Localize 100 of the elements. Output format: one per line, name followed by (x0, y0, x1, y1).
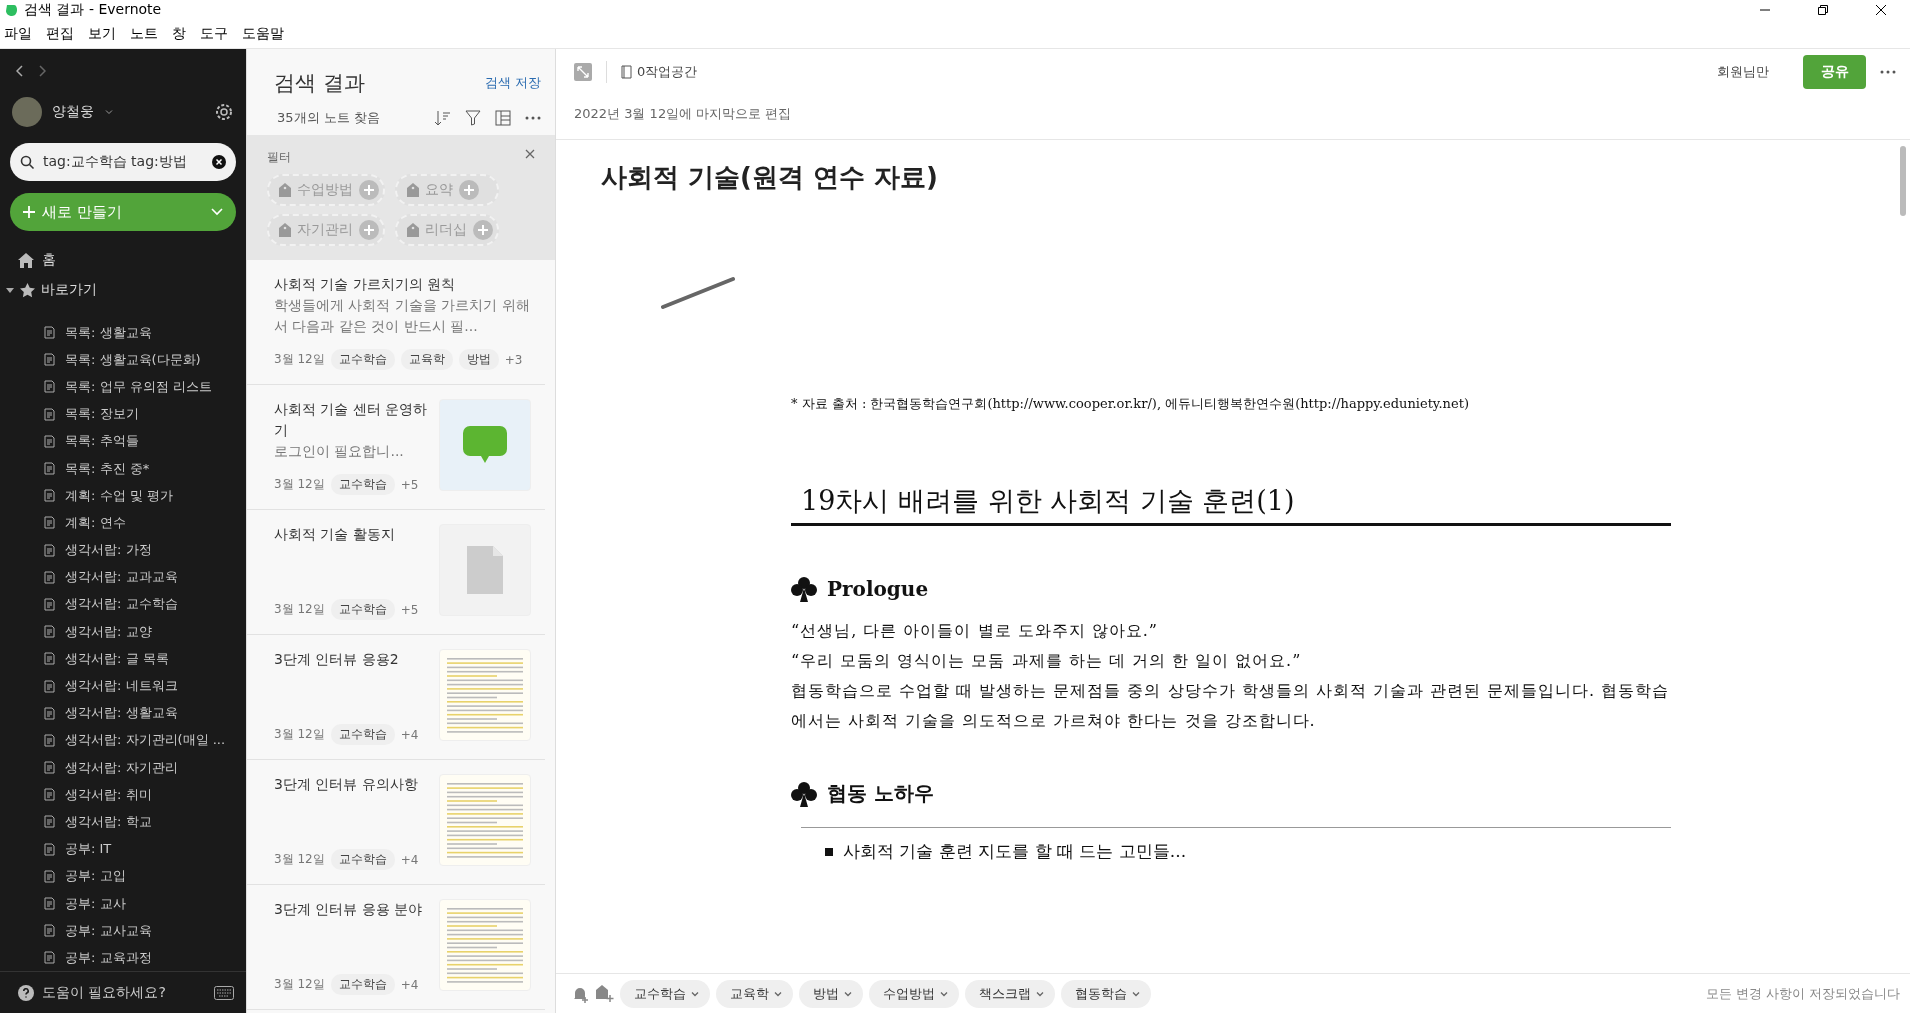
note-icon (44, 353, 55, 367)
note-card[interactable]: 3단계 인터뷰 응용2 3월 12일 교수학습 +4 (247, 635, 545, 760)
home-icon (18, 252, 34, 268)
shortcut-item[interactable]: 생각서랍: 생활교육 (65, 704, 178, 723)
note-tag[interactable]: 수업방법 (869, 979, 959, 1008)
note-icon (44, 570, 55, 584)
shortcut-item[interactable]: 계획: 연수 (65, 513, 126, 532)
save-search-link[interactable]: 검색 저장 (484, 74, 541, 92)
menu-item[interactable]: 파일 (4, 25, 32, 43)
tag-icon (407, 183, 419, 197)
note-title: 사회적 기술(원격 연수 자료) (601, 161, 939, 194)
keyboard-icon[interactable] (214, 985, 234, 1000)
more-icon[interactable] (1880, 70, 1896, 74)
sidebar-item[interactable]: 바로가기 (41, 281, 97, 299)
note-tag[interactable]: 교수학습 (620, 979, 710, 1008)
note-card[interactable]: 3단계 인터뷰 응용 분야 3월 12일 교수학습 +4 (247, 885, 545, 1010)
shortcut-item[interactable]: 생각서랍: 학교 (65, 812, 152, 831)
note-date: 3월 12일 (274, 351, 325, 368)
note-title: 사회적 기술 활동지 (274, 525, 396, 544)
shortcut-item[interactable]: 생각서랍: 글 목록 (65, 649, 169, 668)
note-icon (44, 326, 55, 340)
clear-icon[interactable] (212, 155, 226, 169)
note-title: 3단계 인터뷰 응용2 (274, 650, 400, 669)
menu-item[interactable]: 편집 (46, 25, 74, 43)
note-card[interactable]: 사회적 기술 활동지 3월 12일 교수학습 +5 (247, 510, 545, 635)
paragraph: “우리 모둠의 영식이는 모둠 과제를 하는 데 거의 한 일이 없어요.” (791, 650, 1303, 672)
user-name[interactable]: 양철웅 (52, 103, 94, 121)
tag-icon (279, 223, 291, 237)
note-icon (44, 815, 55, 829)
layout-icon[interactable] (495, 110, 511, 126)
note-count: 35개의 노트 찾음 (277, 109, 380, 127)
more-icon[interactable] (525, 116, 541, 120)
note-tag[interactable]: 방법 (799, 979, 863, 1008)
forward-icon[interactable] (38, 65, 46, 77)
close-icon[interactable] (525, 149, 535, 159)
avatar[interactable] (12, 97, 42, 127)
shortcut-item[interactable]: 공부: 교육과정 (65, 948, 152, 967)
sidebar-item[interactable]: 홈 (42, 251, 56, 269)
shortcut-item[interactable]: 목록: 업무 유의점 리스트 (65, 377, 212, 396)
note-icon (44, 462, 55, 476)
note-icon (44, 679, 55, 693)
shortcut-item[interactable]: 목록: 추진 중* (65, 459, 150, 478)
note-title: 사회적 기술 센터 운영하기 (274, 400, 429, 440)
shortcut-item[interactable]: 목록: 추억들 (65, 432, 139, 451)
shortcut-item[interactable]: 공부: 교사 (65, 894, 126, 913)
shortcut-item[interactable]: 생각서랍: 교과교육 (65, 568, 178, 587)
star-icon (20, 282, 35, 298)
settings-icon[interactable] (214, 102, 234, 122)
menu-item[interactable]: 노트 (130, 25, 158, 43)
note-tag: 교육학 (400, 349, 453, 370)
note-card[interactable]: 사회적 기술 센터 운영하기 로그인이 필요합니... 3월 12일 교수학습 +5 (247, 385, 545, 510)
shortcut-item[interactable]: 생각서랍: 자기관리(매일 ... (65, 731, 226, 750)
shortcut-item[interactable]: 목록: 생활교육(다문화) (65, 350, 201, 369)
shortcut-item[interactable]: 공부: IT (65, 840, 112, 859)
note-tag: 교수학습 (330, 349, 395, 370)
menu-item[interactable]: 도구 (200, 25, 228, 43)
add-icon (473, 220, 493, 240)
note-tag: 교수학습 (330, 724, 395, 745)
shortcut-item[interactable]: 생각서랍: 교수학습 (65, 595, 178, 614)
note-tag[interactable]: 책스크랩 (965, 979, 1055, 1008)
note-tag[interactable]: 협동학습 (1061, 979, 1151, 1008)
shortcut-item[interactable]: 공부: 교사교육 (65, 921, 152, 940)
note-icon (44, 869, 55, 883)
workspace-link[interactable]: 0작업공간 (637, 63, 698, 81)
sort-icon[interactable] (435, 110, 451, 126)
shortcut-item[interactable]: 계획: 수업 및 평가 (65, 486, 173, 505)
search-input[interactable]: tag:교수학습 tag:방법 (41, 153, 206, 171)
note-snippet: 로그인이 필요합니... (274, 442, 405, 461)
plus-icon (22, 205, 36, 219)
scrollbar-thumb[interactable] (1900, 146, 1906, 216)
menu-item[interactable]: 창 (172, 25, 186, 43)
note-icon (44, 516, 55, 530)
note-icon (44, 788, 55, 802)
last-edited-text: 2022년 3월 12일에 마지막으로 편집 (556, 95, 1910, 140)
note-icon (44, 897, 55, 911)
shortcut-item[interactable]: 목록: 생활교육 (65, 323, 152, 342)
shortcut-item[interactable]: 생각서랍: 취미 (65, 785, 152, 804)
shortcut-item[interactable]: 생각서랍: 자기관리 (65, 758, 178, 777)
note-icon (44, 597, 55, 611)
note-icon (44, 652, 55, 666)
back-icon[interactable] (16, 65, 24, 77)
shortcut-item[interactable]: 공부: 고입 (65, 867, 126, 886)
note-card[interactable]: 사회적 기술 가르치기의 원칙 학생들에게 사회적 기술을 가르치기 위해서 다음과 같은 것이 반드시 필... 3월 12일 교수학습 교육학 방법 +3 (247, 260, 545, 385)
filter-icon[interactable] (465, 110, 481, 126)
note-card[interactable]: 3단계 인터뷰 유의사항 3월 12일 교수학습 +4 (247, 760, 545, 885)
access-label[interactable]: 회원님만 (1717, 63, 1769, 81)
caret-icon[interactable] (6, 286, 14, 294)
source-text: * 자료 출처 : 한국협동학습연구회(http://www.cooper.or.kr/), 에듀니티행복한연수원(http://happy.eduniety.net) (791, 395, 1470, 413)
help-link[interactable]: 도움이 필요하세요? (42, 983, 166, 1002)
search-field[interactable]: tag:교수학습 tag:방법 (10, 143, 236, 181)
menu-item[interactable]: 보기 (88, 25, 116, 43)
bullet-icon (825, 847, 833, 856)
add-tag-icon[interactable] (596, 984, 614, 1003)
shortcut-item[interactable]: 생각서랍: 교양 (65, 622, 152, 641)
note-tag[interactable]: 교육학 (716, 979, 793, 1008)
shortcut-item[interactable]: 목록: 장보기 (65, 405, 139, 424)
shortcut-item[interactable]: 생각서랍: 네트워크 (65, 677, 178, 696)
shortcut-item[interactable]: 생각서랍: 가정 (65, 541, 152, 560)
menu-item[interactable]: 도움말 (242, 25, 284, 43)
caret-icon (104, 107, 114, 117)
